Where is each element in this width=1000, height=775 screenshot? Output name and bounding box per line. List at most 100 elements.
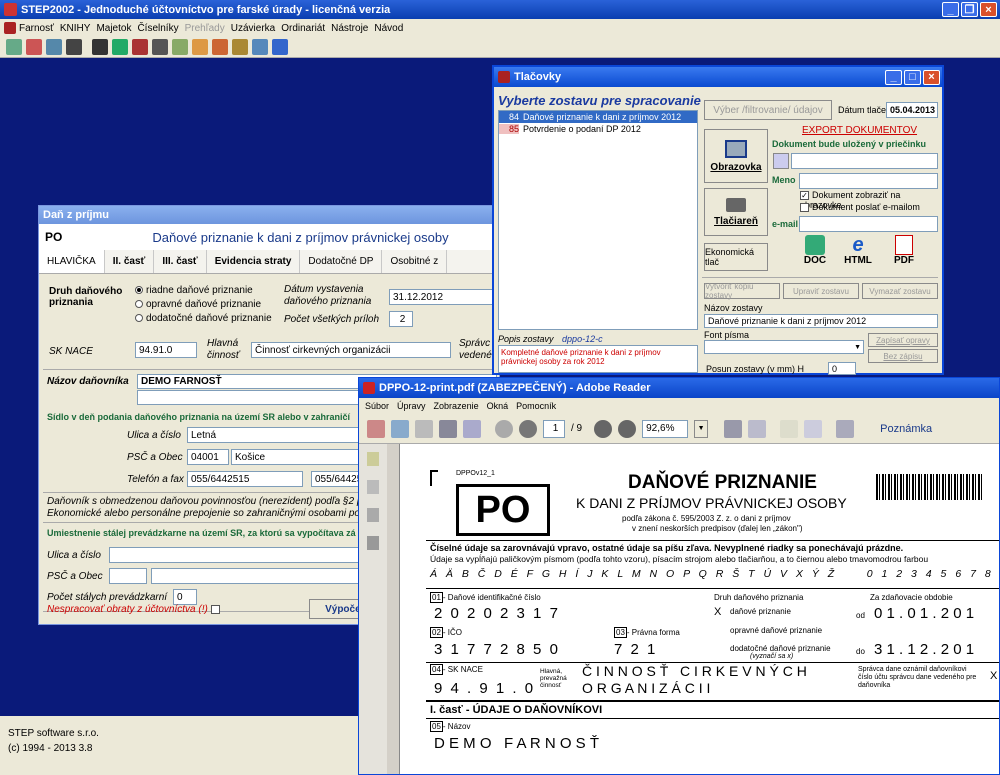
toolbar-icon-5[interactable] (92, 39, 108, 55)
form-code: DPPOv12_1 (456, 470, 495, 477)
obrazovka-button[interactable]: Obrazovka (704, 129, 768, 183)
zapisat-button[interactable]: Zapísať opravy (868, 333, 938, 347)
toolbar-icon-14[interactable] (272, 39, 288, 55)
pdf-export-button[interactable]: PDF (886, 235, 922, 266)
zostava-item-85[interactable]: 85 Potvrdenie o podaní DP 2012 (499, 123, 697, 135)
menu-item-2[interactable]: Majetok (96, 23, 131, 34)
sign-icon[interactable] (804, 419, 823, 438)
tab-3[interactable]: Evidencia straty (207, 250, 301, 273)
tlac-minimize-button[interactable]: _ (885, 69, 902, 85)
upravit-button[interactable]: Upraviť zostavu (783, 283, 859, 299)
tab-1[interactable]: II. časť (105, 250, 155, 273)
toolbar-icon-6[interactable] (112, 39, 128, 55)
font-select[interactable]: ▼ (704, 340, 864, 354)
toolbar-icon-13[interactable] (252, 39, 268, 55)
prev-psc-field[interactable] (109, 568, 147, 584)
radio-opravne[interactable]: opravné daňové priznanie (135, 298, 272, 312)
psc-field[interactable]: 04001 (187, 449, 229, 465)
pdf-menu-item-3[interactable]: Okná (487, 401, 509, 411)
zoom-input[interactable]: 92,6% (642, 419, 689, 438)
poznamka-button[interactable]: Poznámka (880, 423, 932, 435)
comment-icon[interactable] (780, 419, 799, 438)
tlac-maximize-button[interactable]: □ (904, 69, 921, 85)
toolbar-icon-8[interactable] (152, 39, 168, 55)
vymazat-button[interactable]: Vymazať zostavu (862, 283, 938, 299)
menu-item-6[interactable]: Ordinariát (281, 23, 325, 34)
toolbar-icon-10[interactable] (192, 39, 208, 55)
minimize-button[interactable]: _ (942, 2, 959, 17)
pdf-menu-item-2[interactable]: Zobrazenie (434, 401, 479, 411)
toolbar-icon-11[interactable] (212, 39, 228, 55)
menu-item-8[interactable]: Návod (374, 23, 403, 34)
save-icon[interactable] (415, 419, 433, 438)
open-icon[interactable] (391, 419, 409, 438)
doc-export-button[interactable]: DOC (797, 235, 833, 266)
create-icon[interactable] (367, 419, 385, 438)
pages-icon[interactable] (367, 480, 379, 494)
zoom-out-icon[interactable] (594, 419, 613, 438)
print-icon[interactable] (439, 419, 457, 438)
menu-item-3[interactable]: Číselníky (137, 23, 178, 34)
attach-icon[interactable] (367, 508, 379, 522)
priecinok-field[interactable] (791, 153, 938, 169)
tab-2[interactable]: III. časť (154, 250, 207, 273)
pdf-menu-item-4[interactable]: Pomocník (516, 401, 556, 411)
ekon-tlac-button[interactable]: Ekonomická tlač (704, 243, 768, 271)
toolbar-icon-1[interactable] (6, 39, 22, 55)
radio-riadne[interactable]: riadne daňové priznanie (135, 284, 272, 298)
tel-field[interactable]: 055/6442515 (187, 471, 303, 487)
prilohy-field[interactable]: 2 (389, 311, 413, 327)
prev-pocet-field[interactable]: 0 (173, 589, 197, 605)
prev-page-icon[interactable] (495, 419, 513, 438)
pdf-menu-item-1[interactable]: Úpravy (397, 401, 426, 411)
toolbar-icon-3[interactable] (46, 39, 62, 55)
toolbar-icon-7[interactable] (132, 39, 148, 55)
toolbar-icon-9[interactable] (172, 39, 188, 55)
toolbar-icon-12[interactable] (232, 39, 248, 55)
lock-icon[interactable] (367, 452, 379, 466)
html-export-button[interactable]: e HTML (840, 235, 876, 266)
toolbar-icon-4[interactable] (66, 39, 82, 55)
tab-5[interactable]: Osobitné z (382, 250, 448, 273)
close-button[interactable]: × (980, 2, 997, 17)
zostava-item-84[interactable]: 84 Daňové priznanie k dani z príjmov 2012 (499, 111, 697, 123)
tab-4[interactable]: Dodatočné DP (300, 250, 383, 273)
email-field[interactable] (799, 216, 938, 232)
signatures-icon[interactable] (367, 536, 379, 550)
toolbar-icon-2[interactable] (26, 39, 42, 55)
sknace-field[interactable]: 94.91.0 (135, 342, 197, 358)
posun-h-field[interactable]: 0 (828, 362, 856, 375)
email-icon[interactable] (463, 419, 481, 438)
tlacovky-title-bar: Tlačovky _ □ × (494, 67, 942, 87)
nazov-zostavy-field[interactable]: Daňové priznanie k dani z príjmov 2012 (704, 314, 938, 328)
radio-dodatocne[interactable]: dodatočné daňové priznanie (135, 312, 272, 326)
tab-0[interactable]: HLAVIČKA (39, 250, 105, 273)
expand-icon[interactable] (836, 419, 855, 438)
pdf-menu-item-0[interactable]: Súbor (365, 401, 389, 411)
meno-field[interactable] (799, 173, 938, 189)
menu-item-5[interactable]: Uzávierka (231, 23, 275, 34)
tlac-close-button[interactable]: × (923, 69, 940, 85)
datum-tlace-field[interactable]: 05.04.2013 (886, 102, 938, 118)
fit-page-icon[interactable] (724, 419, 743, 438)
menu-item-7[interactable]: Nástroje (331, 23, 368, 34)
folder-browse-icon[interactable] (773, 153, 789, 169)
menu-item-1[interactable]: KNIHY (60, 23, 91, 34)
datum-field[interactable]: 31.12.2012 (389, 289, 499, 305)
menu-item-0[interactable]: Farnosť (19, 23, 54, 34)
chk-email[interactable]: Dokument poslať e-mailom (800, 202, 920, 213)
tlaciaren-button[interactable]: Tlačiareň (704, 188, 768, 236)
fit-width-icon[interactable] (748, 419, 767, 438)
zoom-dropdown-icon[interactable]: ▼ (694, 419, 709, 438)
bez-zapisu-button[interactable]: Bez zápisu (868, 349, 938, 363)
vytvorit-kopiu-button[interactable]: Vytvoriť kópiu zostavy (704, 282, 780, 300)
menu-item-4[interactable]: Prehľady (185, 23, 225, 34)
export-link[interactable]: EXPORT DOKUMENTOV (802, 125, 917, 136)
nespracovat-checkbox[interactable]: Nespracovať obraty z účtovníctva (!) (47, 604, 223, 615)
zoom-in-icon[interactable] (618, 419, 637, 438)
page-number-input[interactable]: 1 (543, 419, 565, 438)
hlavna-field[interactable]: Činnosť cirkevných organizácii (251, 342, 451, 358)
next-page-icon[interactable] (519, 419, 537, 438)
vyber-button[interactable]: Výber /filtrovanie/ údajov (704, 100, 832, 120)
restore-button[interactable]: ❐ (961, 2, 978, 17)
